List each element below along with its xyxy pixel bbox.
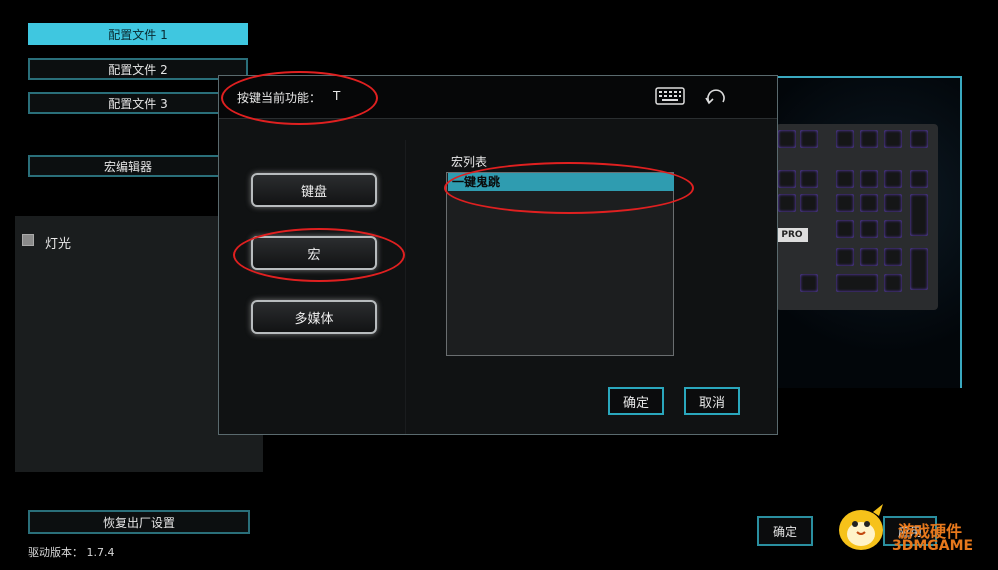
dialog-cancel-button[interactable]: 取消 bbox=[684, 387, 740, 415]
profile-1-label: 配置文件 1 bbox=[108, 27, 168, 42]
macro-editor-button[interactable]: 宏编辑器 bbox=[28, 155, 228, 177]
watermark-mascot-icon bbox=[833, 500, 893, 556]
profile-3-label: 配置文件 3 bbox=[108, 96, 168, 111]
dialog-divider bbox=[405, 140, 406, 434]
key-assign-dialog: 按键当前功能： T 键盘 宏 多媒体 宏列表 一键鬼跳 确定 取消 bbox=[218, 71, 778, 435]
category-multimedia-button[interactable]: 多媒体 bbox=[251, 300, 377, 334]
watermark-line2: 3DMGAME bbox=[892, 538, 974, 554]
keyboard-badge: PRO bbox=[776, 228, 808, 242]
refresh-icon[interactable] bbox=[703, 84, 729, 110]
reset-label: 恢复出厂设置 bbox=[102, 515, 175, 530]
highlight-oval-macro-item bbox=[444, 162, 694, 214]
dialog-confirm-label: 确定 bbox=[622, 395, 649, 411]
category-multimedia-label: 多媒体 bbox=[294, 311, 334, 327]
highlight-oval-macro bbox=[233, 228, 405, 282]
profile-3-button[interactable]: 配置文件 3 bbox=[28, 92, 248, 114]
profile-2-button[interactable]: 配置文件 2 bbox=[28, 58, 248, 80]
dialog-cancel-label: 取消 bbox=[698, 395, 725, 411]
category-keyboard-button[interactable]: 键盘 bbox=[251, 173, 377, 207]
confirm-button[interactable]: 确定 bbox=[757, 516, 813, 546]
reset-button[interactable]: 恢复出厂设置 bbox=[28, 510, 250, 534]
driver-version: 驱动版本： 1.7.4 bbox=[28, 546, 115, 559]
profile-2-label: 配置文件 2 bbox=[108, 62, 168, 77]
keyboard-icon[interactable] bbox=[655, 86, 685, 106]
profile-1-button[interactable]: 配置文件 1 bbox=[28, 23, 248, 45]
highlight-oval-function bbox=[221, 71, 378, 125]
macro-editor-label: 宏编辑器 bbox=[103, 159, 152, 174]
keyboard-image: PRO bbox=[776, 124, 938, 310]
macro-list-title: 宏列表 bbox=[451, 155, 488, 169]
lighting-checkbox[interactable] bbox=[22, 234, 34, 246]
lighting-label: 灯光 bbox=[45, 237, 72, 252]
dialog-confirm-button[interactable]: 确定 bbox=[608, 387, 664, 415]
confirm-label: 确定 bbox=[772, 524, 797, 539]
category-keyboard-label: 键盘 bbox=[300, 184, 327, 200]
